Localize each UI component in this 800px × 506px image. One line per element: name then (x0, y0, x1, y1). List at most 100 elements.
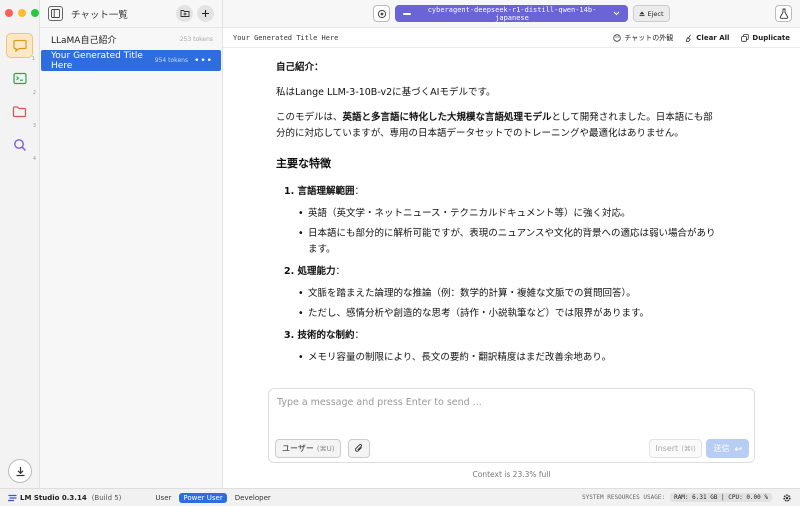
paragraph-bold-text: 英語と多言語に特化した大規模な言語処理モデル (342, 112, 552, 123)
context-usage: Context is 23.3% full (472, 470, 551, 479)
message-paragraph: このモデルは、英語と多言語に特化した大規模な言語処理モデルとして開発されました。… (276, 110, 716, 142)
rail-folder-button[interactable]: 3 (6, 99, 36, 129)
rail-chat-button[interactable]: 1 (6, 33, 35, 62)
paperclip-icon (354, 444, 362, 452)
chat-icon (12, 39, 27, 52)
feature-title-suffix: ： (354, 186, 365, 197)
feature-title: 2. 処理能力： (284, 264, 716, 280)
message-area[interactable]: 自己紹介： 私はLange LLM-3-10B-v2に基づくAIモデルです。 こ… (223, 48, 800, 388)
plus-icon (202, 10, 209, 17)
eject-button[interactable]: Eject (633, 5, 670, 22)
sidebar-icon (51, 9, 60, 18)
assistant-message: 自己紹介： 私はLange LLM-3-10B-v2に基づくAIモデルです。 こ… (276, 60, 716, 372)
message-composer: ユーザー (⌘U) Insert (⌘I) 送信 (268, 388, 755, 463)
icon-rail: 1 2 3 4 (0, 0, 40, 488)
message-input[interactable] (277, 397, 737, 408)
insert-label: Insert (655, 444, 679, 453)
feature-item: 2. 処理能力： 文脈を踏まえた論理的な推論（例：数学的計算・複雑な文脈での質問… (284, 264, 716, 322)
duplicate-label: Duplicate (752, 33, 790, 42)
role-toggle-button[interactable]: ユーザー (⌘U) (275, 439, 342, 458)
mode-power-user[interactable]: Power User (179, 492, 227, 503)
system-resources-label: SYSTEM RESOURCES USAGE: (581, 494, 666, 501)
rail-search-button[interactable]: 4 (6, 132, 36, 162)
chat-list-item[interactable]: LLaMA自己紹介 253 tokens (41, 29, 221, 50)
feature-title-text: 3. 技術的な制約 (284, 330, 355, 341)
clear-all-button[interactable]: Clear All (685, 34, 729, 42)
chat-appearance-label: チャットの外観 (624, 33, 674, 42)
chevron-down-icon (613, 11, 620, 16)
new-folder-button[interactable] (176, 5, 193, 22)
send-label: 送信 (713, 444, 730, 453)
feature-title: 3. 技術的な制約： (284, 328, 716, 344)
bullet-item: 英語（英文学・ネットニュース・テクニカルドキュメント等）に強く対応。 (298, 206, 716, 222)
scroll-fade (223, 358, 800, 388)
app-brand: LM Studio 0.3.14 (Build 5) (8, 494, 121, 502)
eject-label: Eject (647, 9, 664, 18)
feature-bullets: 文脈を踏まえた論理的な推論（例：数学的計算・複雑な文脈での質問回答）。 ただし、… (284, 286, 716, 322)
chat-appearance-button[interactable]: チャットの外観 (613, 33, 673, 43)
attach-button[interactable] (348, 439, 370, 458)
clear-all-label: Clear All (696, 33, 730, 42)
minimize-window-button[interactable] (18, 9, 26, 17)
model-settings-button[interactable] (373, 5, 390, 22)
send-button[interactable]: 送信 (706, 439, 749, 458)
app-version: LM Studio 0.3.14 (20, 493, 87, 502)
terminal-icon (12, 72, 27, 85)
feature-title-text: 1. 言語理解範囲 (284, 186, 355, 197)
feature-bullets: 英語（英文学・ネットニュース・テクニカルドキュメント等）に強く対応。 日本語にも… (284, 206, 716, 258)
mode-user[interactable]: User (151, 493, 175, 503)
app-build: (Build 5) (91, 493, 122, 502)
toggle-sidebar-button[interactable] (48, 6, 63, 21)
folder-icon (12, 106, 27, 118)
message-heading: 自己紹介： (276, 62, 324, 73)
window-controls (5, 9, 39, 17)
chat-item-menu-button[interactable]: ••• (194, 56, 213, 66)
role-shortcut: (⌘U) (316, 444, 335, 453)
bullet-item: 文脈を踏まえた論理的な推論（例：数学的計算・複雑な文脈での質問回答）。 (298, 286, 716, 302)
rail-number: 4 (32, 156, 36, 162)
rail-number: 1 (31, 56, 35, 62)
lm-studio-logo-icon (8, 494, 17, 501)
lab-button[interactable] (775, 5, 792, 22)
message-paragraph: 私はLange LLM-3-10B-v2に基づくAIモデルです。 (276, 87, 496, 98)
feature-item: 1. 言語理解範囲： 英語（英文学・ネットニュース・テクニカルドキュメント等）に… (284, 184, 716, 258)
section-heading: 主要な特徴 (276, 157, 331, 170)
insert-shortcut: (⌘I) (681, 444, 696, 453)
search-icon (13, 138, 26, 151)
system-resources-values[interactable]: RAM: 6.31 GB | CPU: 0.00 % (670, 493, 772, 502)
downloads-button[interactable] (8, 459, 32, 483)
model-icon (403, 12, 411, 15)
feature-list: 1. 言語理解範囲： 英語（英文学・ネットニュース・テクニカルドキュメント等）に… (276, 184, 716, 366)
app-settings-button[interactable] (782, 493, 792, 503)
rail-number: 2 (32, 90, 36, 96)
chat-item-label: LLaMA自己紹介 (51, 36, 117, 46)
settings-icon (377, 9, 386, 18)
model-selector[interactable]: cyberagent-deepseek-r1-distill-qwen-14b-… (395, 5, 628, 22)
feature-title-suffix: ： (354, 330, 365, 341)
insert-button[interactable]: Insert (⌘I) (649, 439, 702, 458)
eject-icon (639, 11, 645, 16)
chat-item-tokens: 253 tokens (179, 36, 213, 43)
mode-switcher: User Power User Developer (151, 492, 275, 503)
bullet-item: 日本語にも部分的に解析可能ですが、表現のニュアンスや文化的背景への適応は弱い場合… (298, 226, 716, 258)
close-window-button[interactable] (5, 9, 13, 17)
duplicate-button[interactable]: Duplicate (741, 34, 790, 42)
gear-icon (783, 493, 791, 502)
new-chat-button[interactable] (197, 5, 214, 22)
chat-list-item-selected[interactable]: Your Generated Title Here 954 tokens ••• (41, 50, 221, 71)
chat-item-label: Your Generated Title Here (51, 50, 143, 71)
role-label: ユーザー (282, 444, 314, 453)
chat-list-panel: チャット一覧 LLaMA自己紹介 253 tokens Your Generat… (40, 0, 223, 488)
rail-terminal-button[interactable]: 2 (6, 66, 36, 96)
chat-header: Your Generated Title Here チャットの外観 Clear … (223, 28, 800, 48)
broom-icon (685, 34, 692, 42)
mode-developer[interactable]: Developer (231, 493, 275, 503)
feature-title-suffix: ： (335, 266, 346, 277)
folder-plus-icon (180, 10, 189, 17)
rail-number: 3 (32, 123, 36, 129)
flask-icon (779, 8, 788, 19)
zoom-window-button[interactable] (31, 9, 39, 17)
return-icon (734, 446, 741, 451)
chat-title[interactable]: Your Generated Title Here (233, 34, 601, 42)
bullet-item: ただし、感情分析や創造的な思考（詩作・小説執筆など）では限界があります。 (298, 306, 716, 322)
